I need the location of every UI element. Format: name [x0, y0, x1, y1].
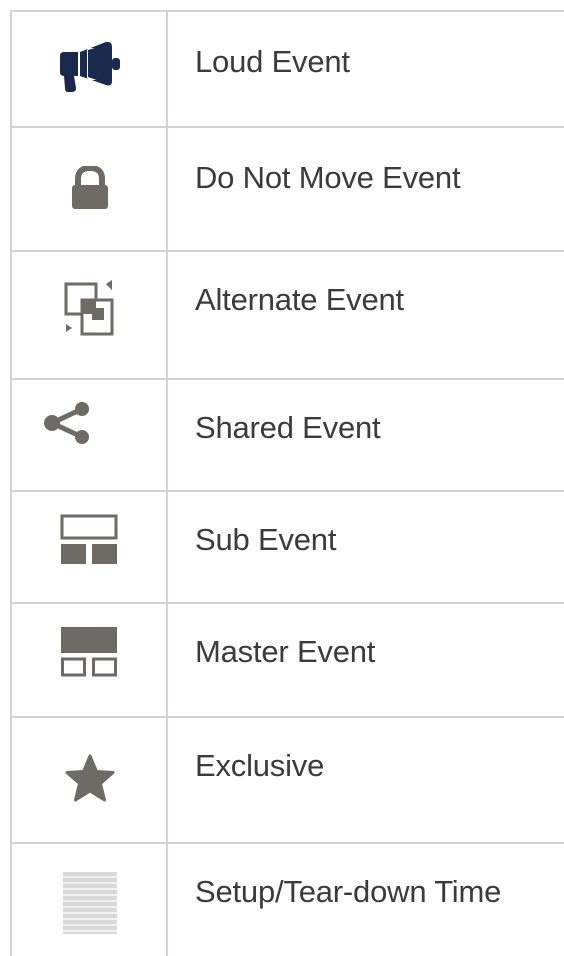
share-icon: [43, 402, 89, 444]
icon-cell: [12, 128, 167, 250]
legend-row-setup-teardown-time: Setup/Tear-down Time: [12, 844, 564, 956]
star-icon: [65, 754, 114, 802]
icon-cell: [12, 380, 167, 490]
alternate-icon: [64, 280, 113, 336]
legend-label: Exclusive: [195, 748, 325, 783]
icon-cell: [12, 844, 167, 956]
legend-label: Shared Event: [195, 410, 381, 445]
master-event-icon: [60, 627, 117, 677]
event-icon-legend-table: Loud Event Do Not Move Event Alternate E…: [0, 0, 564, 956]
legend-label: Alternate Event: [195, 282, 404, 317]
legend-row-shared-event: Shared Event: [12, 380, 564, 490]
legend-row-sub-event: Sub Event: [12, 492, 564, 602]
sub-event-icon: [60, 514, 117, 564]
legend-row-exclusive: Exclusive: [12, 718, 564, 842]
legend-label: Master Event: [195, 634, 376, 669]
icon-cell: [12, 12, 167, 126]
legend-label: Sub Event: [195, 522, 337, 557]
legend-label: Setup/Tear-down Time: [195, 874, 502, 909]
legend-row-alternate-event: Alternate Event: [12, 252, 564, 378]
legend-row-do-not-move-event: Do Not Move Event: [12, 128, 564, 250]
setup-teardown-icon: [62, 872, 117, 934]
legend-label: Loud Event: [195, 44, 350, 79]
icon-cell: [12, 252, 167, 378]
megaphone-icon: [59, 42, 120, 92]
icon-cell: [12, 604, 167, 716]
icon-cell: [12, 492, 167, 602]
legend-row-loud-event: Loud Event: [12, 12, 564, 126]
lock-icon: [71, 166, 108, 209]
legend-label: Do Not Move Event: [195, 160, 461, 195]
legend-row-master-event: Master Event: [12, 604, 564, 716]
icon-cell: [12, 718, 167, 842]
